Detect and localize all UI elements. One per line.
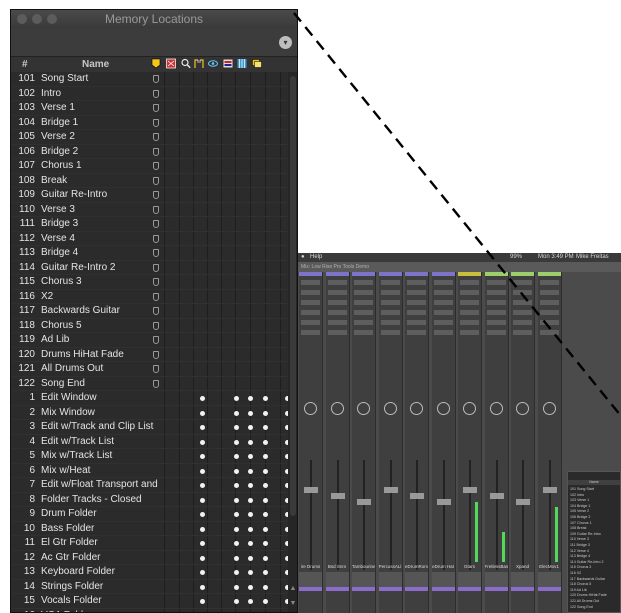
callout-connector-line [293,12,621,417]
